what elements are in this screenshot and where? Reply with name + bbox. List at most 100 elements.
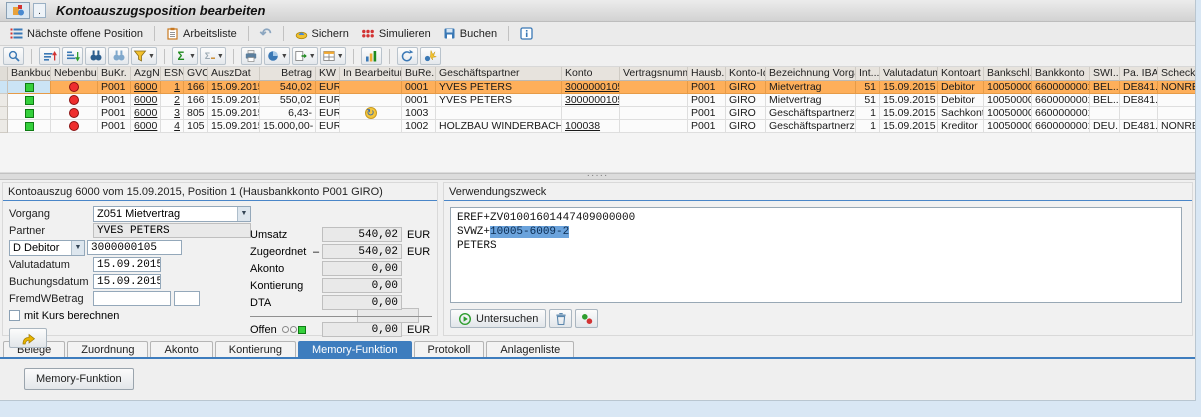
column-header-nebenbuch[interactable]: Nebenbuch	[51, 67, 98, 81]
cell-azgnr[interactable]: 6000	[131, 107, 161, 120]
subtotal-icon[interactable]: Σ▼	[200, 47, 226, 65]
uebernehmen-button[interactable]	[9, 328, 47, 348]
verwendungszweck-textarea[interactable]: EREF+ZV01001601447409000000 SVWZ+10005-6…	[450, 207, 1182, 303]
row-selector[interactable]	[0, 107, 8, 120]
table-row[interactable]: P0016000116615.09.2015540,02EUR0001YVES …	[0, 81, 1195, 94]
arbeitsliste-button[interactable]: Arbeitsliste	[160, 25, 243, 42]
kontotyp-select[interactable]: D Debitor ▼	[9, 240, 85, 256]
column-header-hausb[interactable]: Hausb...	[688, 67, 726, 81]
column-header-bearb[interactable]: In Bearbeitung	[340, 67, 402, 81]
column-header-bukr[interactable]: BuKr.	[98, 67, 131, 81]
untersuchen-button[interactable]: Untersuchen	[450, 309, 546, 328]
column-header-bezeich[interactable]: Bezeichnung Vorgang	[766, 67, 856, 81]
cell-esnr[interactable]: 4	[161, 120, 184, 133]
transaction-icon[interactable]	[6, 2, 30, 19]
splitter-handle[interactable]: ·····	[587, 170, 609, 181]
cell-esnr[interactable]: 3	[161, 107, 184, 120]
cell-link-esnr[interactable]: 1	[174, 81, 180, 93]
column-header-gvc[interactable]: GVC	[184, 67, 208, 81]
simulieren-button[interactable]: Simulieren	[355, 25, 437, 42]
buchungsdatum-field[interactable]: 15.09.2015	[93, 274, 161, 289]
print-icon[interactable]	[241, 47, 262, 65]
chevron-down-icon[interactable]: ▼	[71, 241, 84, 255]
cell-link-esnr[interactable]: 4	[174, 120, 180, 132]
views-icon[interactable]: ▼	[264, 47, 290, 65]
mit-kurs-checkbox[interactable]	[9, 310, 20, 321]
table-row[interactable]: P0016000380515.09.20156,43-EUR↻1003P001G…	[0, 107, 1195, 120]
row-selector[interactable]	[0, 81, 8, 94]
delete-button[interactable]	[549, 309, 572, 328]
row-selector[interactable]	[0, 120, 8, 133]
undo-button[interactable]: ↶	[254, 25, 278, 42]
cell-azgnr[interactable]: 6000	[131, 81, 161, 94]
cell-link-konto[interactable]: 3000000105	[565, 94, 620, 106]
row-selector-header[interactable]	[0, 67, 8, 81]
cell-link-esnr[interactable]: 3	[174, 107, 180, 119]
cell-esnr[interactable]: 1	[161, 81, 184, 94]
refresh-icon[interactable]	[397, 47, 418, 65]
column-header-kontoart[interactable]: Kontoart	[938, 67, 984, 81]
cell-esnr[interactable]: 2	[161, 94, 184, 107]
column-header-kontoid[interactable]: Konto-Id	[726, 67, 766, 81]
cell-konto[interactable]: 3000000105	[562, 94, 620, 107]
naechste-offene-position-button[interactable]: Nächste offene Position	[4, 25, 149, 42]
choose-layout-icon[interactable]: ▼	[320, 47, 346, 65]
column-header-kw[interactable]: KW	[316, 67, 340, 81]
find-icon[interactable]	[85, 47, 106, 65]
export-icon[interactable]: ▼	[292, 47, 318, 65]
column-header-konto[interactable]: Konto	[562, 67, 620, 81]
column-header-bure[interactable]: BuRe...	[402, 67, 436, 81]
filter-icon[interactable]: ▼	[131, 47, 157, 65]
kontonummer-field[interactable]: 3000000105	[87, 240, 182, 255]
cell-link-esnr[interactable]: 2	[174, 94, 180, 106]
detail-icon[interactable]	[3, 47, 24, 65]
column-header-swi[interactable]: SWI...	[1090, 67, 1120, 81]
buchen-button[interactable]: Buchen	[437, 25, 503, 42]
fremdwaehrung-field[interactable]	[174, 291, 200, 306]
valutadatum-field[interactable]: 15.09.2015	[93, 257, 161, 272]
sort-descending-icon[interactable]	[62, 47, 83, 65]
cell-azgnr[interactable]: 6000	[131, 120, 161, 133]
table-row[interactable]: P0016000410515.09.201515.000,00-EUR1002H…	[0, 120, 1195, 133]
cell-link-azgnr[interactable]: 6000	[134, 81, 157, 93]
row-selector[interactable]	[0, 94, 8, 107]
sichern-button[interactable]: Sichern	[289, 25, 355, 42]
chevron-down-icon[interactable]: ▼	[237, 207, 250, 221]
graphic-icon[interactable]	[361, 47, 382, 65]
memory-funktion-button[interactable]: Memory-Funktion	[24, 368, 134, 390]
workflow-icon[interactable]	[420, 47, 441, 65]
table-row[interactable]: P0016000216615.09.2015550,02EUR0001YVES …	[0, 94, 1195, 107]
partner-field[interactable]: YVES PETERS	[93, 223, 251, 238]
title-prefix-box[interactable]: .	[33, 3, 46, 18]
cell-link-konto[interactable]: 100038	[565, 120, 600, 132]
info-button[interactable]	[514, 25, 539, 42]
cell-link-azgnr[interactable]: 6000	[134, 107, 157, 119]
cell-konto[interactable]: 3000000105	[562, 81, 620, 94]
column-header-azgnr[interactable]: AzgNr	[131, 67, 161, 81]
note-status-button[interactable]	[575, 309, 598, 328]
cell-konto[interactable]: 100038	[562, 120, 620, 133]
sort-ascending-icon[interactable]	[39, 47, 60, 65]
column-header-bankschl[interactable]: Bankschl.	[984, 67, 1032, 81]
fremdwbetrag-field[interactable]	[93, 291, 171, 306]
column-header-auszdat[interactable]: AuszDat	[208, 67, 260, 81]
cell-link-azgnr[interactable]: 6000	[134, 120, 157, 132]
find-next-icon[interactable]	[108, 47, 129, 65]
column-header-betrag[interactable]: Betrag	[260, 67, 316, 81]
column-header-bankbuch[interactable]: Bankbuch	[8, 67, 51, 81]
column-header-partner[interactable]: Geschäftspartner	[436, 67, 562, 81]
cell-link-azgnr[interactable]: 6000	[134, 94, 157, 106]
column-header-int[interactable]: Int...	[856, 67, 880, 81]
column-header-esnr[interactable]: ESNr	[161, 67, 184, 81]
cell-link-konto[interactable]: 3000000105	[565, 81, 620, 93]
tab-anlagenliste[interactable]: Anlagenliste	[486, 341, 574, 357]
sum-icon[interactable]: Σ▼	[172, 47, 198, 65]
column-header-valuta[interactable]: Valutadatum	[880, 67, 938, 81]
column-header-paiban[interactable]: Pa. IBAN	[1120, 67, 1158, 81]
cell-azgnr[interactable]: 6000	[131, 94, 161, 107]
vorgang-select[interactable]: Z051 Mietvertrag ▼	[93, 206, 251, 222]
column-header-scheck[interactable]: Scheck/	[1158, 67, 1195, 81]
column-header-vertrag[interactable]: Vertragsnummer	[620, 67, 688, 81]
horizontal-splitter[interactable]: ·····	[0, 173, 1195, 180]
column-header-bankkonto[interactable]: Bankkonto	[1032, 67, 1090, 81]
